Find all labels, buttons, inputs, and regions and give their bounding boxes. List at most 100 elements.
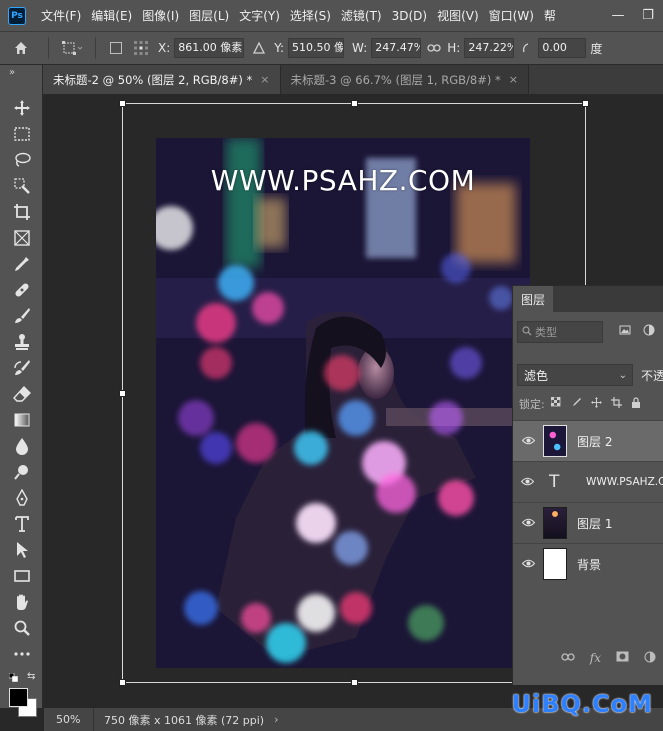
rotate-angle-field[interactable]: 0.00 xyxy=(538,38,587,58)
blend-mode-value: 滤色 xyxy=(524,368,549,383)
lock-artboard-icon[interactable] xyxy=(610,397,622,411)
image-filter-icon[interactable] xyxy=(619,324,631,339)
menu-select[interactable]: 选择(S) xyxy=(285,7,336,24)
transform-handle-bottom[interactable] xyxy=(351,679,358,686)
zoom-level-field[interactable]: 50% xyxy=(44,708,94,731)
lock-row: 锁定: xyxy=(519,395,650,413)
lock-pixels-icon[interactable] xyxy=(571,397,582,411)
healing-tool-icon[interactable] xyxy=(12,280,32,300)
rectangle-tool-icon[interactable] xyxy=(12,566,32,586)
chevron-down-icon: ⌄ xyxy=(618,369,627,381)
path-select-tool-icon[interactable] xyxy=(12,540,32,560)
lasso-tool-icon[interactable] xyxy=(12,150,32,170)
lock-label: 锁定: xyxy=(519,398,545,411)
transform-handle-top-right[interactable] xyxy=(582,100,589,107)
eraser-tool-icon[interactable] xyxy=(12,384,32,404)
link-icon[interactable] xyxy=(560,651,575,665)
menu-type[interactable]: 文字(Y) xyxy=(234,7,285,24)
visibility-eye-icon[interactable] xyxy=(513,475,542,489)
tab-layers[interactable]: 图层 xyxy=(513,286,553,312)
mask-icon[interactable] xyxy=(616,651,629,665)
pen-tool-icon[interactable] xyxy=(12,488,32,508)
lock-position-icon[interactable] xyxy=(590,397,602,411)
menu-filter[interactable]: 滤镜(T) xyxy=(336,7,387,24)
document-tab-bar: 未标题-2 @ 50% (图层 2, RGB/8#) * × 未标题-3 @ 6… xyxy=(43,65,663,94)
layer-row-layer-1[interactable]: 图层 1 xyxy=(513,502,663,543)
crop-tool-icon[interactable] xyxy=(12,202,32,222)
foreground-color-swatch[interactable] xyxy=(9,688,28,707)
dodge-tool-icon[interactable] xyxy=(12,462,32,482)
close-icon[interactable]: × xyxy=(260,73,269,86)
transform-handle-top[interactable] xyxy=(351,100,358,107)
transform-handle-left[interactable] xyxy=(119,390,126,397)
menu-window[interactable]: 窗口(W) xyxy=(484,7,539,24)
menu-view[interactable]: 视图(V) xyxy=(432,7,484,24)
menu-edit[interactable]: 编辑(E) xyxy=(86,7,137,24)
transform-preset-icon[interactable] xyxy=(55,40,89,56)
height-field[interactable]: 247.22% xyxy=(464,38,515,58)
y-label: Y: xyxy=(274,41,285,55)
marquee-tool-icon[interactable] xyxy=(12,124,32,144)
minimize-button[interactable]: — xyxy=(603,8,633,23)
collapse-icon[interactable]: » xyxy=(9,67,15,78)
move-tool-icon[interactable] xyxy=(12,98,32,118)
relative-position-icon[interactable] xyxy=(244,42,274,54)
adjustment-icon[interactable] xyxy=(644,651,656,666)
type-tool-icon[interactable] xyxy=(12,514,32,534)
visibility-eye-icon[interactable] xyxy=(513,434,543,448)
stamp-tool-icon[interactable] xyxy=(12,332,32,352)
blend-mode-select[interactable]: 滤色 ⌄ xyxy=(517,364,633,386)
gradient-tool-icon[interactable] xyxy=(12,410,32,430)
fx-icon[interactable]: fx xyxy=(590,651,601,665)
visibility-eye-icon[interactable] xyxy=(513,516,543,530)
zoom-tool-icon[interactable] xyxy=(12,618,32,638)
menu-layer[interactable]: 图层(L) xyxy=(184,7,234,24)
lock-transparent-icon[interactable] xyxy=(550,396,562,411)
layer-row-layer-2[interactable]: 图层 2 xyxy=(513,420,663,461)
chevron-right-icon[interactable]: › xyxy=(274,713,278,726)
y-position-field[interactable]: 510.50 像 xyxy=(288,38,345,58)
layers-panel: 图层 类型 滤色 ⌄ 不透 锁定: 图层 2 T WWW.PSAHZ.C 图层 … xyxy=(512,285,663,685)
frame-tool-icon[interactable] xyxy=(12,228,32,248)
layer-row-text[interactable]: T WWW.PSAHZ.C xyxy=(513,461,663,502)
site-watermark-logo: UiBQ.CoM xyxy=(511,690,653,718)
more-tools-icon[interactable] xyxy=(12,644,32,664)
photoshop-logo: Ps xyxy=(8,6,26,25)
menu-help[interactable]: 帮 xyxy=(539,7,561,24)
history-brush-tool-icon[interactable] xyxy=(12,358,32,378)
separator xyxy=(95,37,96,59)
reference-point-grid-icon[interactable] xyxy=(130,40,152,56)
swap-colors-icon[interactable]: ⇆ xyxy=(27,671,35,682)
close-icon[interactable]: × xyxy=(509,73,518,86)
width-field[interactable]: 247.47% xyxy=(371,38,422,58)
document-info: 750 像素 x 1061 像素 (72 ppi) xyxy=(104,713,265,727)
transform-handle-top-left[interactable] xyxy=(119,100,126,107)
layer-row-background[interactable]: 背景 xyxy=(513,543,663,584)
x-position-field[interactable]: 861.00 像素 xyxy=(174,38,245,58)
tab-document-2[interactable]: 未标题-2 @ 50% (图层 2, RGB/8#) * × xyxy=(43,65,281,94)
blur-tool-icon[interactable] xyxy=(12,436,32,456)
hand-tool-icon[interactable] xyxy=(12,592,32,612)
restore-button[interactable]: ❐ xyxy=(633,8,663,23)
default-colors-icon[interactable] xyxy=(9,673,18,682)
quick-select-tool-icon[interactable] xyxy=(12,176,32,196)
layer-name[interactable]: 图层 1 xyxy=(577,515,612,532)
layer-name[interactable]: WWW.PSAHZ.C xyxy=(586,476,663,488)
transform-handle-bottom-left[interactable] xyxy=(119,679,126,686)
brush-tool-icon[interactable] xyxy=(12,306,32,326)
h-label: H: xyxy=(447,41,461,55)
adjustment-filter-icon[interactable] xyxy=(643,324,655,339)
layer-name[interactable]: 图层 2 xyxy=(577,433,612,450)
menu-3d[interactable]: 3D(D) xyxy=(387,9,432,23)
visibility-eye-icon[interactable] xyxy=(513,557,543,571)
link-aspect-icon[interactable] xyxy=(421,43,447,53)
layer-filter-select[interactable]: 类型 xyxy=(517,321,603,343)
menu-image[interactable]: 图像(I) xyxy=(137,7,184,24)
tab-document-3[interactable]: 未标题-3 @ 66.7% (图层 1, RGB/8#) * × xyxy=(280,65,529,94)
lock-all-icon[interactable] xyxy=(631,397,641,411)
eyedropper-tool-icon[interactable] xyxy=(12,254,32,274)
layer-name[interactable]: 背景 xyxy=(577,556,601,573)
menu-file[interactable]: 文件(F) xyxy=(36,7,86,24)
reference-point-checkbox[interactable] xyxy=(110,42,122,54)
home-icon[interactable] xyxy=(0,40,42,56)
